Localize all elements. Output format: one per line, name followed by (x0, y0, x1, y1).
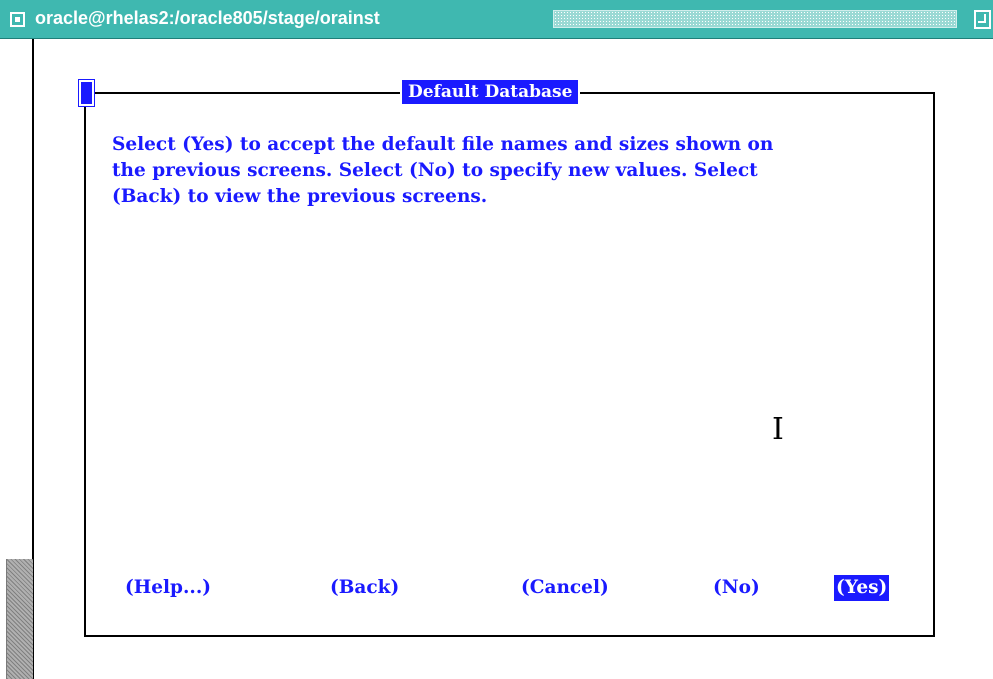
message-line: Select (Yes) to accept the default file … (112, 134, 774, 155)
help-button[interactable]: (Help...) (125, 575, 211, 601)
back-button[interactable]: (Back) (330, 575, 399, 601)
message-line: the previous screens. Select (No) to spe… (112, 160, 758, 181)
titlebar-drag-area[interactable] (553, 10, 957, 28)
message-line: (Back) to view the previous screens. (112, 186, 488, 207)
window-title: oracle@rhelas2:/oracle805/stage/orainst (35, 8, 380, 28)
i-beam-cursor-icon: I (772, 412, 784, 447)
dialog-corner-marker (78, 79, 95, 107)
maximize-icon[interactable] (974, 10, 991, 29)
no-button[interactable]: (No) (713, 575, 760, 601)
dialog-message: Select (Yes) to accept the default file … (112, 132, 912, 210)
terminal-screen: oracle@rhelas2:/oracle805/stage/orainst … (0, 0, 993, 679)
cancel-button[interactable]: (Cancel) (521, 575, 609, 601)
window-titlebar[interactable]: oracle@rhelas2:/oracle805/stage/orainst (0, 0, 993, 39)
yes-button[interactable]: (Yes) (834, 575, 890, 601)
scrollbar-thumb[interactable] (6, 559, 33, 679)
dialog-title: Default Database (400, 80, 581, 104)
window-menu-icon[interactable] (10, 12, 25, 27)
